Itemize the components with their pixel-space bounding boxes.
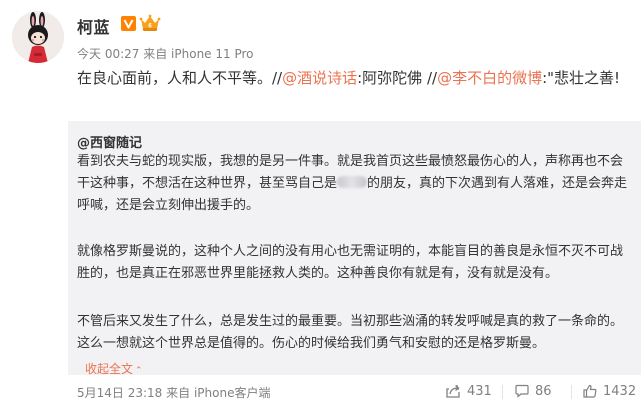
original-post-source: 来自 iPhone客户端 <box>166 386 271 400</box>
post-source: 来自 iPhone 11 Pro <box>143 47 254 61</box>
blurred-text <box>337 176 368 188</box>
post-time[interactable]: 今天 00:27 <box>77 47 139 61</box>
forward-button[interactable]: 431 <box>446 382 492 400</box>
mention-link[interactable]: @李不白的微博 <box>437 69 542 87</box>
thumbs-up-icon <box>583 384 597 398</box>
mention-link[interactable]: @酒说诗话 <box>282 69 357 87</box>
avatar-illustration <box>12 11 64 63</box>
like-button[interactable]: 1432 <box>583 382 636 400</box>
collapse-button[interactable]: 收起全文 ⌃ <box>85 360 143 377</box>
weibo-post: 柯蓝 6 今天 00:27 来自 iPhone 11 Pro 在良心面前，人和人… <box>0 0 641 406</box>
post-meta: 今天 00:27 来自 iPhone 11 Pro <box>77 45 254 62</box>
original-paragraph: 看到农夫与蛇的现实版，我想的是另一件事。就是我首页这些最愤怒最伤心的人，声称再也… <box>77 151 629 217</box>
original-author-link[interactable]: @西窗随记 <box>77 132 142 151</box>
comment-icon <box>515 384 529 398</box>
divider <box>571 385 572 399</box>
original-post-time[interactable]: 5月14日 23:18 <box>77 386 162 400</box>
verified-badge-icon <box>121 16 136 31</box>
comment-button[interactable]: 86 <box>515 382 552 400</box>
forward-icon <box>446 385 460 398</box>
post-text: 在良心面前，人和人不平等。//@酒说诗话:阿弥陀佛 //@李不白的微博:"悲壮之… <box>77 67 625 90</box>
username[interactable]: 柯蓝 <box>77 14 110 38</box>
reposted-content: @西窗随记 看到农夫与蛇的现实版，我想的是另一件事。就是我首页这些最愤怒最伤心的… <box>68 121 641 377</box>
divider <box>502 385 503 399</box>
post-text-segment: :"悲壮之善! <box>542 69 621 87</box>
post-text-segment: 在良心面前，人和人不平等。// <box>77 69 283 87</box>
vip-crown-icon[interactable]: 6 <box>139 14 161 32</box>
collapse-label: 收起全文 <box>85 362 134 376</box>
original-paragraph: 不管后来又发生了什么，总是发生过的最重要。当初那些汹涌的转发呼喊是真的救了一条命… <box>77 314 624 351</box>
original-post-meta: 5月14日 23:18 来自 iPhone客户端 <box>77 384 270 401</box>
original-paragraph: 就像格罗斯曼说的，这种个人之间的没有用心也无需证明的，本能盲目的善良是永恒不灭不… <box>77 244 624 281</box>
comment-count: 86 <box>535 383 552 399</box>
avatar[interactable] <box>12 11 64 63</box>
forward-count: 431 <box>467 383 492 399</box>
like-count: 1432 <box>603 383 637 399</box>
post-text-segment: :阿弥陀佛 // <box>357 69 438 87</box>
chevron-up-icon: ⌃ <box>135 366 143 376</box>
